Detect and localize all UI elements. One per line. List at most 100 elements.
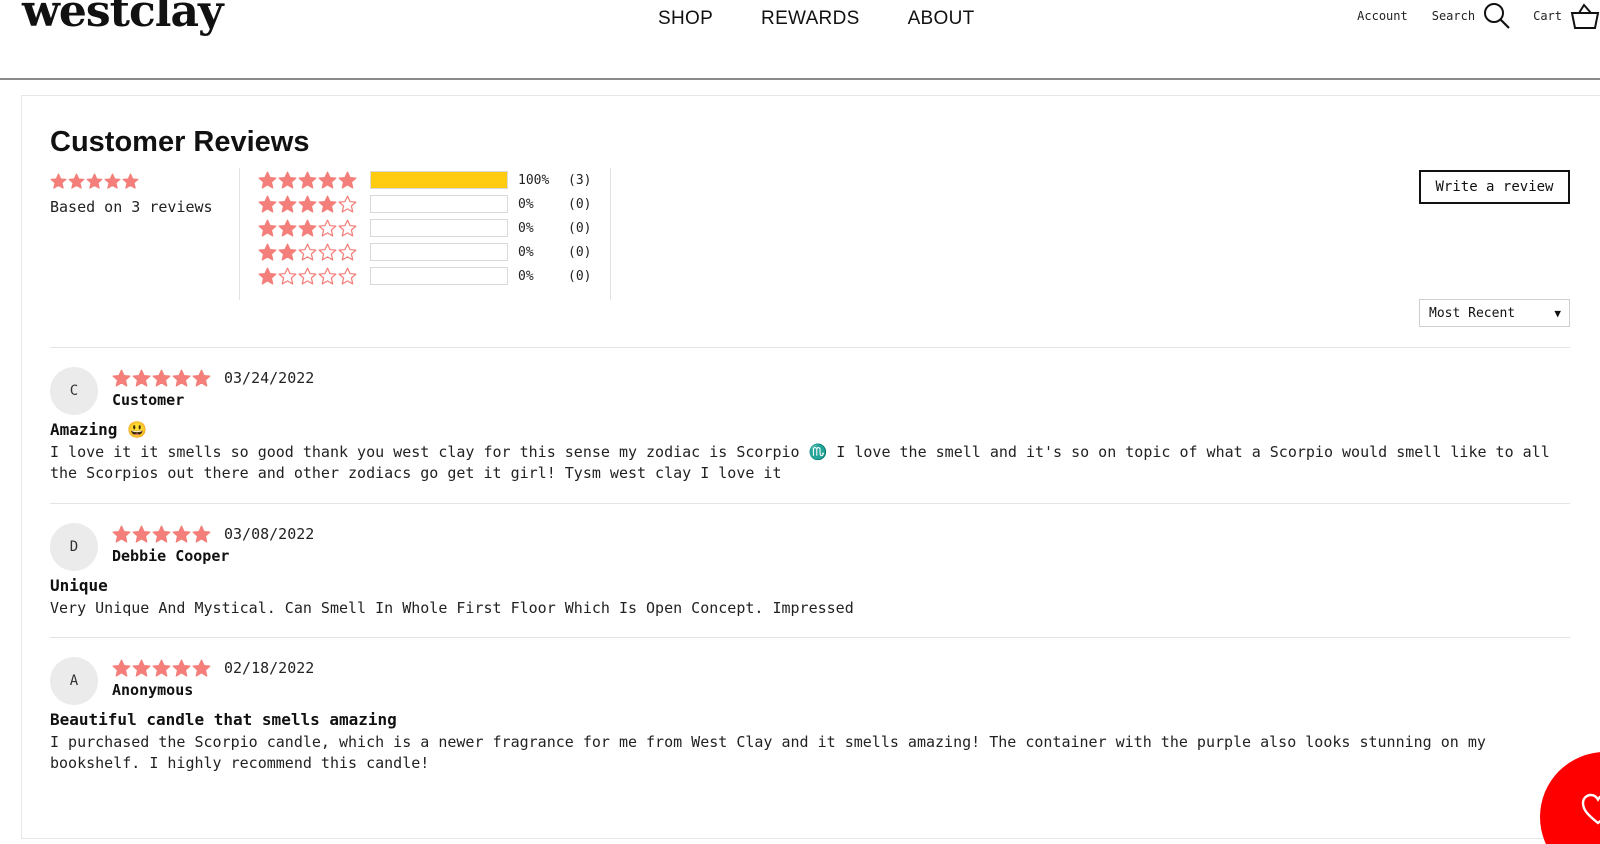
account-link[interactable]: Account <box>1357 9 1408 23</box>
review-author: Anonymous <box>112 681 194 699</box>
star-filled-icon <box>298 219 318 238</box>
avatar: C <box>50 367 98 415</box>
review-title: Amazing 😃 <box>50 420 147 439</box>
star-empty-icon <box>318 219 338 238</box>
histogram-count: (0) <box>568 244 592 260</box>
star-filled-icon <box>298 171 318 190</box>
rating-histogram: 100% (3) 0% (0) 0% (0) 0% (0) 0% (0) <box>239 168 611 300</box>
star-filled-icon <box>122 173 140 192</box>
star-filled-icon <box>132 659 152 678</box>
star-filled-icon <box>112 525 132 544</box>
header-utilities: Account Search Cart <box>1357 2 1600 30</box>
cart-link[interactable]: Cart <box>1533 2 1600 30</box>
star-empty-icon <box>338 243 358 262</box>
histogram-stars <box>258 219 358 238</box>
review-date: 03/08/2022 <box>224 525 315 543</box>
star-filled-icon <box>258 219 278 238</box>
histogram-row-5[interactable]: 100% (3) <box>258 169 591 191</box>
review-body: Very Unique And Mystical. Can Smell In W… <box>50 599 854 617</box>
histogram-row-4[interactable]: 0% (0) <box>258 193 591 215</box>
review-author: Debbie Cooper <box>112 547 230 565</box>
star-empty-icon <box>318 243 338 262</box>
rating-summary: Based on 3 reviews <box>50 173 213 216</box>
star-filled-icon <box>258 171 278 190</box>
star-empty-icon <box>278 267 298 286</box>
star-empty-icon <box>298 243 318 262</box>
nav-shop[interactable]: SHOP <box>658 8 713 30</box>
histogram-count: (3) <box>568 172 592 188</box>
star-filled-icon <box>258 267 278 286</box>
search-label: Search <box>1431 9 1476 23</box>
histogram-percent: 0% <box>518 220 534 236</box>
histogram-row-3[interactable]: 0% (0) <box>258 217 591 239</box>
review-meta: 03/08/2022 Debbie Cooper <box>112 523 314 565</box>
divider <box>50 503 1570 504</box>
star-filled-icon <box>132 525 152 544</box>
histogram-count: (0) <box>568 268 592 284</box>
avatar: D <box>50 523 98 571</box>
summary-stars <box>50 173 140 192</box>
histogram-percent: 0% <box>518 196 534 212</box>
star-filled-icon <box>258 243 278 262</box>
star-filled-icon <box>278 219 298 238</box>
histogram-bar <box>370 195 508 213</box>
nav-about[interactable]: ABOUT <box>908 8 975 30</box>
search-icon <box>1483 2 1511 30</box>
caret-down-icon: ▼ <box>1554 307 1561 320</box>
reviews-widget: Customer Reviews Based on 3 reviews 100%… <box>21 95 1600 839</box>
star-filled-icon <box>192 525 212 544</box>
review-item: A 02/18/2022 Anonymous Beautiful candle … <box>50 657 1570 797</box>
review-item: D 03/08/2022 Debbie Cooper Unique Very U… <box>50 523 1570 623</box>
star-filled-icon <box>172 659 192 678</box>
review-body: I love it it smells so good thank you we… <box>50 443 1550 482</box>
histogram-count: (0) <box>568 220 592 236</box>
site-logo[interactable]: westclay <box>22 0 224 37</box>
cart-label: Cart <box>1533 9 1562 23</box>
review-meta: 02/18/2022 Anonymous <box>112 657 314 699</box>
star-filled-icon <box>172 369 192 388</box>
histogram-percent: 0% <box>518 268 534 284</box>
review-item: C 03/24/2022 Customer Amazing 😃 I love i… <box>50 367 1570 507</box>
main-nav: SHOP REWARDS ABOUT <box>658 8 975 30</box>
divider <box>50 637 1570 638</box>
review-stars <box>112 659 212 678</box>
star-filled-icon <box>152 525 172 544</box>
histogram-stars <box>258 267 358 286</box>
review-stars <box>112 369 212 388</box>
star-filled-icon <box>298 195 318 214</box>
review-title: Unique <box>50 576 108 595</box>
nav-rewards[interactable]: REWARDS <box>761 8 860 30</box>
review-date: 02/18/2022 <box>224 659 315 677</box>
star-filled-icon <box>104 173 122 192</box>
histogram-row-1[interactable]: 0% (0) <box>258 265 591 287</box>
histogram-bar <box>370 171 508 189</box>
star-filled-icon <box>152 659 172 678</box>
avatar: A <box>50 657 98 705</box>
sort-select[interactable]: Most Recent ▼ <box>1419 299 1570 327</box>
review-body: I purchased the Scorpio candle, which is… <box>50 733 1486 772</box>
star-filled-icon <box>192 369 212 388</box>
star-filled-icon <box>112 659 132 678</box>
histogram-count: (0) <box>568 196 592 212</box>
search-link[interactable]: Search <box>1432 2 1511 30</box>
histogram-percent: 100% <box>518 172 550 188</box>
star-filled-icon <box>278 243 298 262</box>
review-stars <box>112 525 212 544</box>
histogram-bar <box>370 243 508 261</box>
based-on-text: Based on 3 reviews <box>50 198 213 216</box>
review-title: Beautiful candle that smells amazing <box>50 710 397 729</box>
divider <box>50 347 1570 348</box>
star-filled-icon <box>192 659 212 678</box>
review-date: 03/24/2022 <box>224 369 315 387</box>
histogram-row-2[interactable]: 0% (0) <box>258 241 591 263</box>
star-empty-icon <box>338 267 358 286</box>
star-filled-icon <box>50 173 68 192</box>
histogram-stars <box>258 171 358 190</box>
star-empty-icon <box>298 267 318 286</box>
histogram-stars <box>258 195 358 214</box>
account-label: Account <box>1357 9 1408 23</box>
star-empty-icon <box>338 195 358 214</box>
review-meta: 03/24/2022 Customer <box>112 367 314 409</box>
star-empty-icon <box>338 219 358 238</box>
write-review-button[interactable]: Write a review <box>1419 170 1570 204</box>
